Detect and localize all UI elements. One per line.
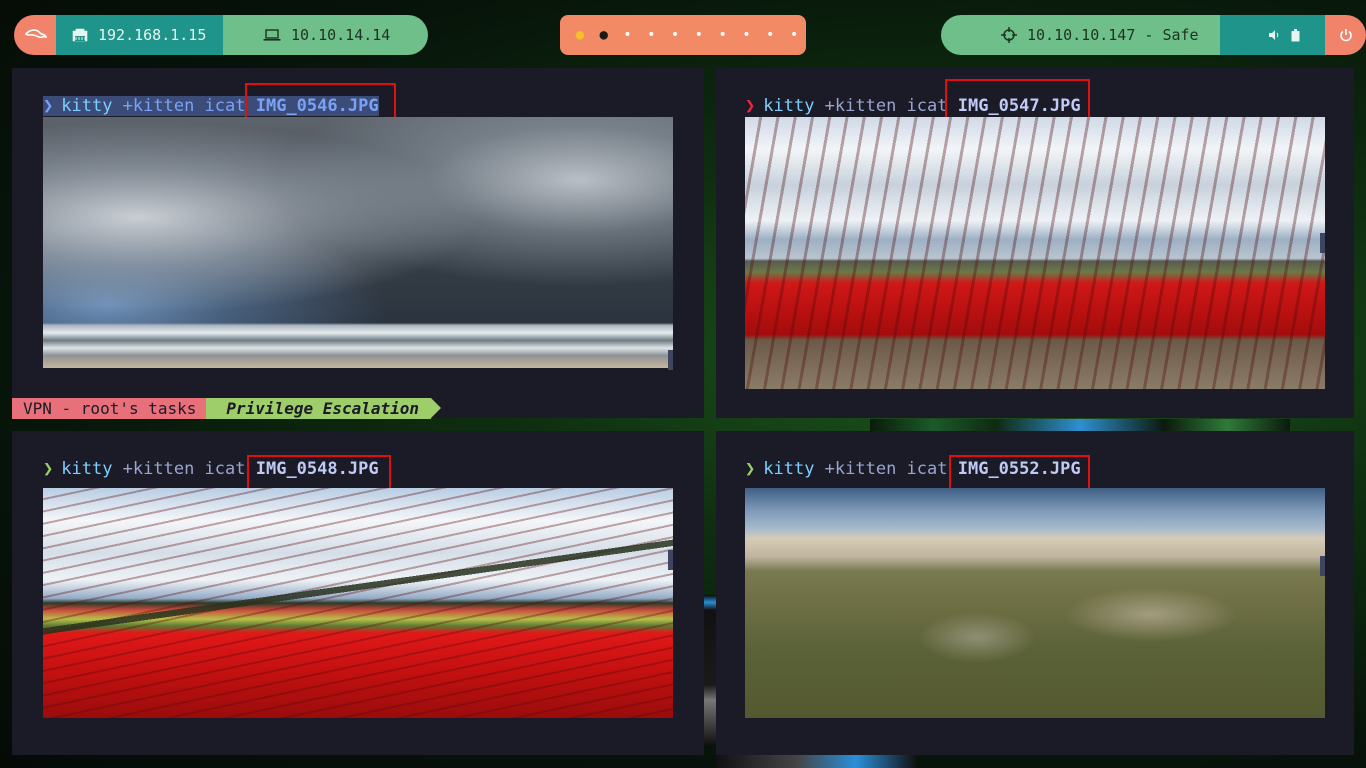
- command-name: kitty: [763, 96, 815, 116]
- prompt-arrow: ❯: [43, 459, 54, 479]
- tmux-window[interactable]: Privilege Escalation: [206, 398, 441, 419]
- system-tray: [1220, 15, 1326, 55]
- workspace-3-dot[interactable]: •: [616, 27, 640, 43]
- terminal-pane-1[interactable]: ❯ kitty +kitten icat IMG_0546.JPG: [12, 68, 704, 418]
- tmux-session: VPN - root's tasks: [12, 398, 217, 419]
- command-name: kitty: [61, 459, 113, 479]
- local-ip-text: 192.168.1.15: [98, 26, 207, 44]
- workspace-9-dot[interactable]: •: [758, 27, 782, 43]
- ethernet-icon: [72, 28, 88, 42]
- image-dunes: [745, 488, 1325, 718]
- image-tulip-field: [745, 117, 1325, 389]
- command-args: +kitten icat: [112, 459, 256, 479]
- scrollbar[interactable]: [1320, 556, 1325, 576]
- prompt-arrow: ❯: [43, 96, 54, 116]
- local-ip-indicator: 192.168.1.15: [56, 15, 226, 55]
- scrollbar[interactable]: [1320, 233, 1325, 253]
- wallpaper-art: [870, 419, 1290, 431]
- workspace-8-dot[interactable]: •: [735, 27, 759, 43]
- terminal-pane-4[interactable]: ❯ kitty +kitten icat IMG_0552.JPG: [716, 431, 1354, 755]
- laptop-icon: [263, 29, 281, 41]
- target-indicator: 10.10.10.147 - Safe: [941, 15, 1221, 55]
- crosshair-icon: [1001, 27, 1017, 43]
- wallpaper-art-2: [704, 595, 716, 745]
- scrollbar[interactable]: [668, 550, 673, 570]
- command-name: kitty: [61, 96, 113, 116]
- workspace-6-dot[interactable]: •: [687, 27, 711, 43]
- workspace-2-dot[interactable]: ●: [592, 27, 616, 43]
- power-button[interactable]: [1325, 15, 1366, 55]
- workspace-7-dot[interactable]: •: [711, 27, 735, 43]
- workspace-5-dot[interactable]: •: [663, 27, 687, 43]
- vpn-ip-indicator: 10.10.14.14: [223, 15, 428, 55]
- command-name: kitty: [763, 459, 815, 479]
- power-icon: [1339, 28, 1353, 42]
- target-text: 10.10.10.147 - Safe: [1027, 26, 1199, 44]
- workspace-10-dot[interactable]: •: [782, 27, 806, 43]
- image-storm-sea: [43, 117, 673, 368]
- image-tulip-field-angle: [43, 488, 673, 718]
- command-args: +kitten icat: [814, 96, 958, 116]
- workspace-switcher: ● ● • • • • • • • •: [560, 15, 806, 55]
- command-args: +kitten icat: [814, 459, 958, 479]
- wallpaper-art-3: [716, 755, 916, 768]
- vpn-ip-text: 10.10.14.14: [291, 26, 391, 44]
- prompt-arrow: ❯: [745, 459, 756, 479]
- kali-dragon-icon: [24, 28, 47, 42]
- launcher-button[interactable]: [14, 15, 57, 55]
- scrollbar[interactable]: [668, 350, 673, 370]
- command-args: +kitten icat: [112, 96, 256, 116]
- workspace-1-dot[interactable]: ●: [568, 27, 592, 43]
- terminal-pane-3[interactable]: ❯ kitty +kitten icat IMG_0548.JPG: [12, 431, 704, 755]
- battery-icon: [1291, 28, 1300, 42]
- tmux-status-bar: VPN - root's tasks Privilege Escalation: [12, 398, 441, 419]
- prompt-arrow: ❯: [745, 96, 756, 116]
- workspace-4-dot[interactable]: •: [639, 27, 663, 43]
- volume-icon[interactable]: [1268, 29, 1280, 41]
- terminal-pane-2[interactable]: ❯ kitty +kitten icat IMG_0547.JPG: [716, 68, 1354, 418]
